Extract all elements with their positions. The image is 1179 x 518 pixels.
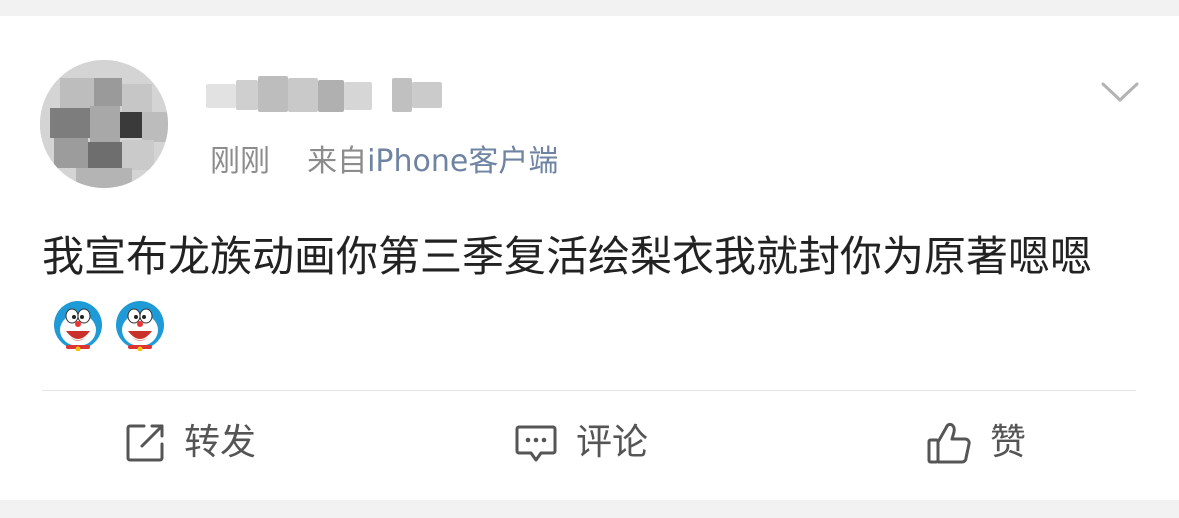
post-source-prefix: 来自	[307, 144, 368, 179]
avatar-pixel	[122, 140, 154, 170]
avatar-pixel	[122, 84, 152, 112]
share-square-icon	[126, 424, 164, 462]
avatar-pixel	[120, 112, 142, 138]
post-time: 刚刚	[210, 144, 270, 179]
avatar[interactable]	[40, 60, 168, 188]
post-text: 我宣布龙族动画你第三季复活绘梨衣我就封你为原著嗯嗯	[42, 232, 1093, 281]
username-blur-block	[288, 78, 318, 112]
username-blur-block	[344, 82, 372, 110]
username-blurred[interactable]	[206, 74, 446, 118]
comment-bubble-icon	[515, 425, 557, 462]
repost-button[interactable]: 转发	[124, 418, 256, 468]
action-divider	[42, 390, 1136, 391]
username-blur-block	[392, 78, 412, 112]
avatar-pixel	[76, 168, 132, 188]
doraemon-emoji	[114, 299, 166, 352]
comment-label: 评论	[576, 422, 649, 463]
page-bottom-strip	[0, 500, 1179, 518]
avatar-pixel	[90, 106, 120, 142]
avatar-pixel	[54, 138, 88, 168]
more-options-button[interactable]	[1100, 80, 1140, 104]
avatar-pixel	[142, 112, 168, 142]
username-blur-block	[206, 84, 236, 108]
like-button[interactable]: 赞	[926, 418, 1026, 468]
username-blur-block	[258, 76, 288, 112]
avatar-pixel	[50, 108, 90, 138]
like-label: 赞	[990, 422, 1027, 463]
thumbs-up-icon	[927, 422, 971, 464]
comment-button[interactable]: 评论	[514, 418, 648, 468]
avatar-pixel	[60, 78, 94, 108]
username-blur-block	[236, 80, 258, 110]
doraemon-emoji	[52, 299, 104, 352]
avatar-pixel	[94, 78, 122, 106]
weibo-post-card: 刚刚 来自iPhone客户端 我宣布龙族动画你第三季复活绘梨衣我就封你为原著嗯嗯	[0, 16, 1179, 500]
username-blur-block	[318, 80, 344, 112]
post-meta: 刚刚 来自iPhone客户端	[210, 142, 558, 182]
username-blur-block	[412, 82, 442, 108]
chevron-down-icon	[1101, 82, 1139, 102]
post-source-link[interactable]: iPhone客户端	[367, 144, 558, 179]
post-body: 我宣布龙族动画你第三季复活绘梨衣我就封你为原著嗯嗯	[42, 222, 1142, 362]
repost-label: 转发	[184, 422, 257, 463]
